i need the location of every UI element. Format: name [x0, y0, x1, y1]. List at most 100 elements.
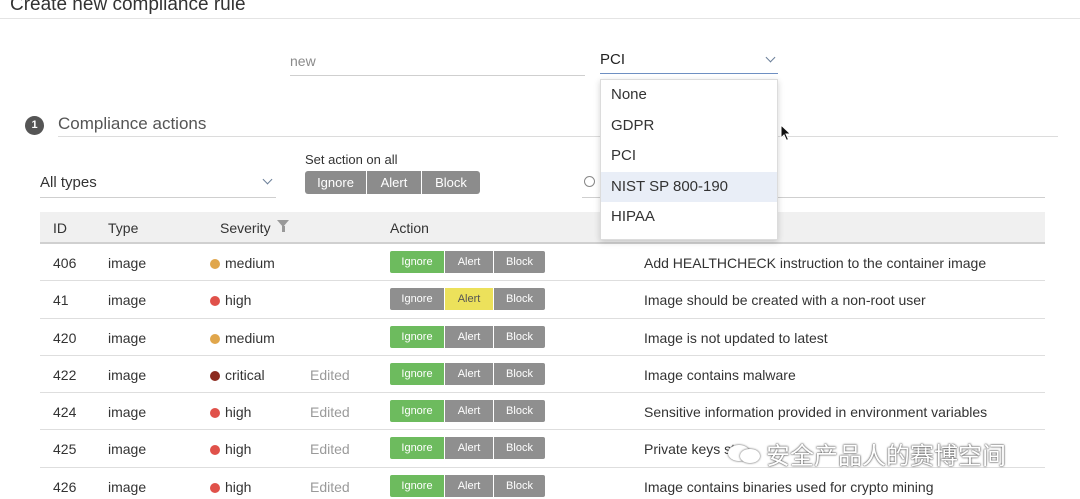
action-block-button[interactable]: Block — [494, 362, 545, 385]
type-filter-value: All types — [40, 174, 97, 191]
search-icon — [584, 176, 595, 187]
compliance-standard-select[interactable]: PCI — [600, 46, 778, 74]
action-block-button[interactable]: Block — [494, 400, 545, 423]
action-alert-button[interactable]: Alert — [445, 251, 494, 273]
action-ignore-button[interactable]: Ignore — [390, 362, 445, 385]
edited-label: Edited — [310, 441, 350, 458]
row-action-group: Ignore Alert Block — [390, 325, 545, 348]
row-action-group: Ignore Alert Block — [390, 474, 545, 497]
mouse-cursor-icon — [780, 124, 792, 142]
option-hipaa[interactable]: HIPAA — [601, 202, 777, 233]
edited-label: Edited — [310, 404, 350, 421]
title-divider — [0, 18, 1080, 19]
table-row: 426 image high Edited Ignore Alert Block Image … — [40, 468, 1045, 499]
cell-id: 426 — [53, 478, 77, 495]
action-block-button[interactable]: Block — [494, 251, 545, 273]
action-block-button[interactable]: Block — [494, 325, 545, 348]
header-type[interactable]: Type — [108, 220, 138, 236]
cell-type: image — [108, 255, 147, 271]
cell-description: Private keys st — [644, 441, 736, 458]
option-none[interactable]: None — [601, 80, 777, 111]
severity-dot-icon — [210, 370, 220, 381]
cell-id: 425 — [53, 441, 77, 458]
chevron-down-icon — [262, 174, 273, 185]
action-alert-button[interactable]: Alert — [445, 474, 494, 497]
action-ignore-button[interactable]: Ignore — [390, 325, 445, 348]
action-alert-button[interactable]: Alert — [445, 325, 494, 348]
severity-label: high — [225, 441, 252, 458]
cell-type: image — [108, 404, 147, 421]
severity-label: high — [225, 478, 252, 495]
table-header: ID Type Severity Action — [40, 212, 1045, 244]
cell-id: 422 — [53, 366, 77, 383]
cell-description: Add HEALTHCHECK instruction to the conta… — [644, 255, 987, 271]
cell-description: Image contains malware — [644, 366, 796, 383]
table-row: 406 image medium Ignore Alert Block Add HEALTH… — [40, 244, 1045, 282]
cell-type: image — [108, 441, 147, 458]
option-gdpr[interactable]: GDPR — [601, 111, 777, 142]
cell-severity: high — [210, 292, 251, 308]
severity-dot-icon — [210, 259, 220, 269]
severity-dot-icon — [210, 333, 220, 344]
section-number-badge: 1 — [25, 116, 44, 135]
cell-id: 424 — [53, 404, 77, 421]
severity-dot-icon — [210, 296, 220, 307]
header-id[interactable]: ID — [53, 220, 67, 236]
action-ignore-button[interactable]: Ignore — [390, 251, 445, 273]
set-all-ignore-button[interactable]: Ignore — [305, 171, 367, 194]
cell-severity: high — [210, 479, 251, 495]
action-ignore-button[interactable]: Ignore — [390, 474, 445, 497]
cell-severity: high — [210, 404, 251, 420]
action-alert-button[interactable]: Alert — [445, 362, 494, 385]
option-nist-sp-800-190[interactable]: NIST SP 800-190 — [601, 171, 777, 202]
row-action-group: Ignore Alert Block — [390, 288, 545, 311]
set-all-alert-button[interactable]: Alert — [367, 171, 422, 194]
cell-type: image — [108, 329, 147, 346]
action-alert-button[interactable]: Alert — [445, 288, 494, 311]
table-row: 420 image medium Ignore Alert Block Image is n… — [40, 319, 1045, 356]
severity-label: medium — [225, 255, 275, 271]
watermark: 安全产品人的赛博空间 — [728, 436, 1006, 471]
page-title: Create new compliance rule — [10, 0, 246, 15]
action-block-button[interactable]: Block — [494, 474, 545, 497]
row-action-group: Ignore Alert Block — [390, 437, 545, 460]
header-action: Action — [390, 220, 429, 236]
table-row: 41 image high Ignore Alert Block Image should … — [40, 281, 1045, 319]
header-severity[interactable]: Severity — [220, 220, 271, 236]
filter-icon[interactable] — [277, 220, 289, 232]
set-action-label: Set action on all — [305, 152, 398, 167]
cell-type: image — [108, 292, 147, 309]
watermark-text: 安全产品人的赛博空间 — [766, 443, 1006, 470]
set-action-on-all-group: Ignore Alert Block — [305, 171, 480, 194]
option-pci[interactable]: PCI — [601, 141, 777, 172]
rule-name-input[interactable] — [290, 46, 585, 76]
section-divider — [58, 136, 1058, 137]
edited-label: Edited — [310, 478, 350, 495]
severity-dot-icon — [210, 445, 220, 456]
cell-description: Sensitive information provided in enviro… — [644, 404, 988, 421]
row-action-group: Ignore Alert Block — [390, 251, 545, 273]
set-all-block-button[interactable]: Block — [422, 171, 480, 194]
cell-description: Image should be created with a non-root … — [644, 292, 926, 309]
cell-description: Image contains binaries used for crypto … — [644, 478, 934, 495]
action-block-button[interactable]: Block — [494, 437, 545, 460]
action-alert-button[interactable]: Alert — [445, 400, 494, 423]
section-title: Compliance actions — [58, 114, 207, 133]
action-ignore-button[interactable]: Ignore — [390, 437, 445, 460]
cell-description: Image is not updated to latest — [644, 329, 828, 346]
action-alert-button[interactable]: Alert — [445, 437, 494, 460]
severity-label: medium — [225, 329, 275, 346]
action-block-button[interactable]: Block — [494, 288, 545, 311]
severity-label: critical — [225, 366, 265, 383]
standard-dropdown-menu: None GDPR PCI NIST SP 800-190 HIPAA — [600, 79, 778, 240]
action-ignore-button[interactable]: Ignore — [390, 288, 445, 311]
row-action-group: Ignore Alert Block — [390, 362, 545, 385]
cell-id: 406 — [53, 255, 77, 271]
type-filter-select[interactable]: All types — [40, 170, 276, 198]
wechat-icon — [728, 443, 760, 465]
cell-type: image — [108, 478, 147, 495]
edited-label: Edited — [310, 366, 350, 383]
table-row: 424 image high Edited Ignore Alert Block Sensit… — [40, 393, 1045, 431]
chevron-down-icon — [765, 52, 776, 63]
action-ignore-button[interactable]: Ignore — [390, 400, 445, 423]
